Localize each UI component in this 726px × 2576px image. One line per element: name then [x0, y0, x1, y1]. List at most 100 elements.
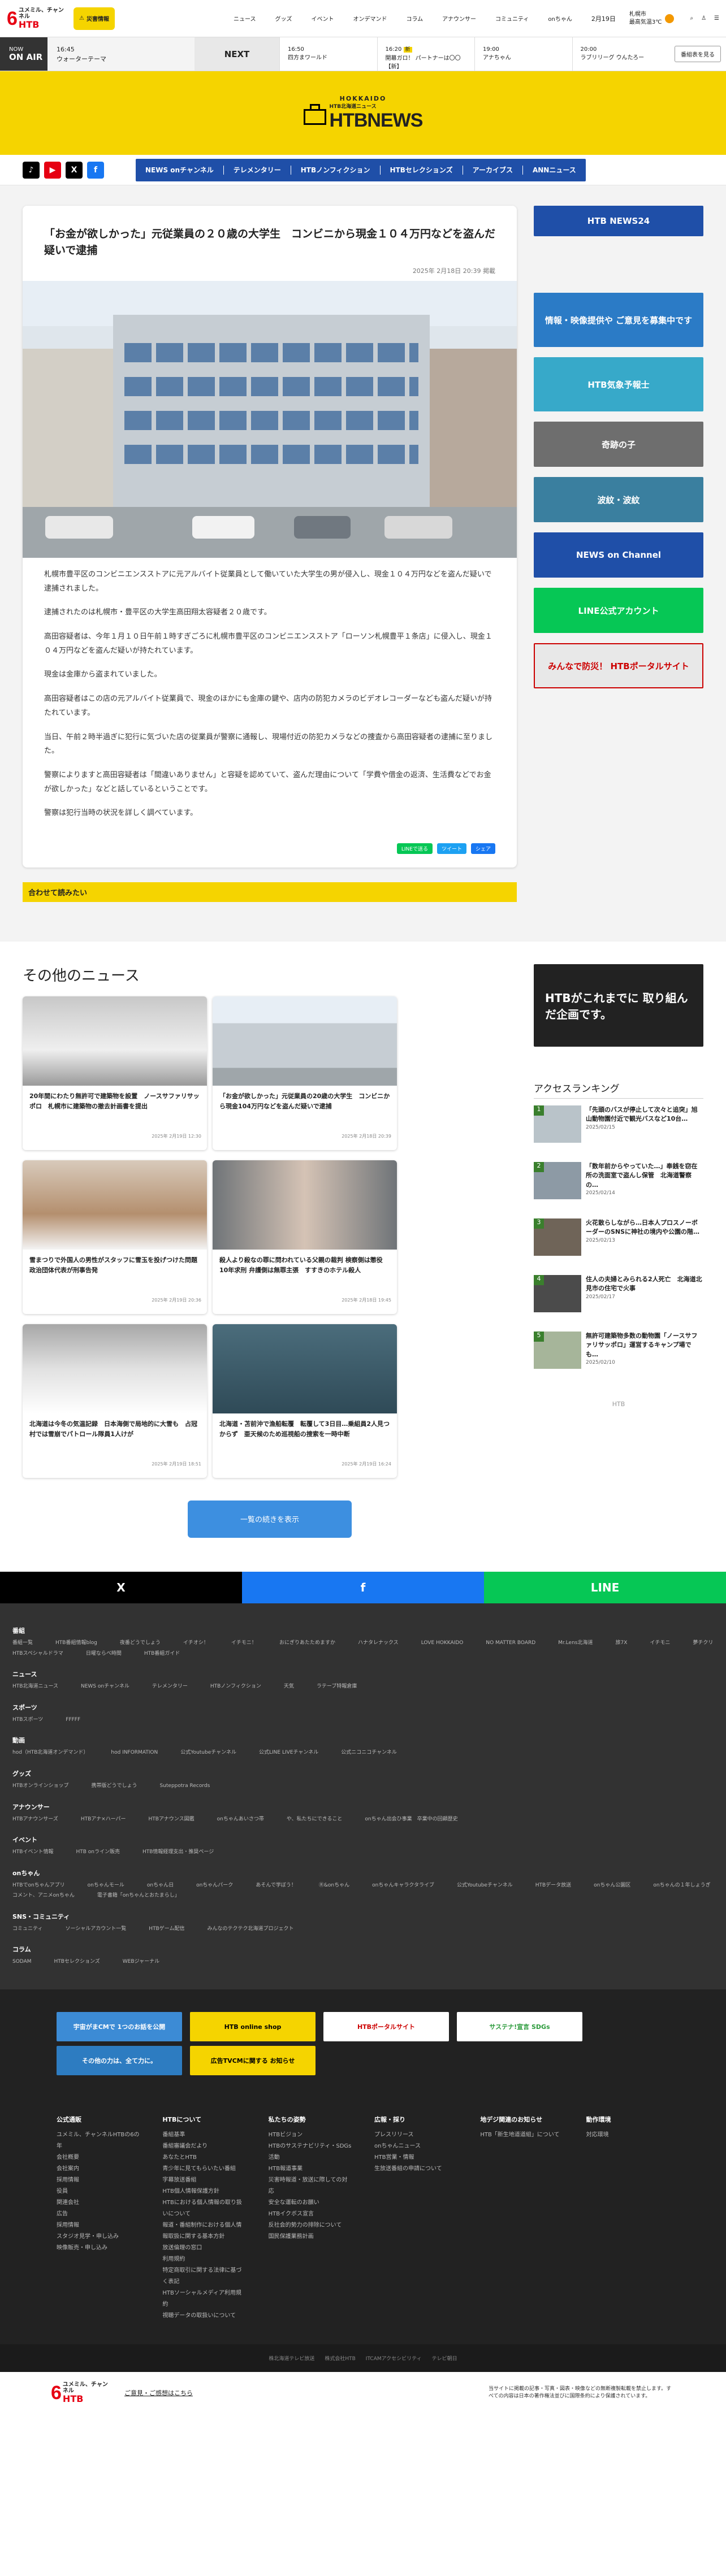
htb-projects-banner[interactable]: HTBがこれまでに 取り組んだ企画です。	[534, 964, 703, 1047]
footer-link[interactable]: 関連会社	[57, 2197, 140, 2209]
sitemap-link[interactable]: 日曜ならべ時間	[86, 1650, 122, 1658]
sitemap-category-title[interactable]: ニュース	[12, 1669, 714, 1679]
news-card[interactable]: 「お金が欲しかった」元従業員の20歳の大学生 コンビニから現金104万円などを盗…	[213, 996, 397, 1150]
facebook-share-button[interactable]: シェア	[470, 843, 495, 854]
footer-link[interactable]: あなたとHTB	[162, 2152, 245, 2163]
load-more-button[interactable]: 一覧の続きを表示	[188, 1500, 352, 1538]
sitemap-link[interactable]: 携帯版どうでしょう	[91, 1783, 137, 1790]
footer-link[interactable]: HTBソーシャルメディア利用規約	[162, 2288, 245, 2310]
sitemap-link[interactable]: onちゃん公園区	[594, 1882, 630, 1889]
ranking-item[interactable]: 2 「数年前からやっていた…」奉銭を窃在所の洗面室で盗んし保管 北海道警察の… 20…	[534, 1161, 703, 1208]
sitemap-link[interactable]: SODAM	[12, 1958, 32, 1966]
sitemap-link[interactable]: NEWS onチャンネル	[81, 1683, 129, 1690]
sitemap-category-title[interactable]: イベント	[12, 1835, 714, 1844]
sitemap-link[interactable]: onちゃん日	[147, 1882, 174, 1889]
program-slot[interactable]: 16:50 四方まワールド	[279, 37, 377, 71]
sitemap-link[interactable]: みんなのテクテク北海道プロジェクト	[207, 1926, 293, 1933]
footer-link[interactable]: 青少年に見てもらいたい番組	[162, 2163, 245, 2175]
sitemap-link[interactable]: HTB北海道ニュース	[12, 1683, 58, 1690]
sitemap-link[interactable]: Suteppotra Records	[159, 1783, 210, 1790]
footer-link[interactable]: HTB営業・情報	[374, 2152, 457, 2163]
footer-link[interactable]: 会社案内	[57, 2163, 140, 2175]
tweet-button[interactable]: ツイート	[437, 843, 466, 854]
program-slot[interactable]: 16:20 新開幕ガロ！ パートナーは〇〇 【新】	[377, 37, 475, 71]
footer-link[interactable]: 字幕放送番組	[162, 2175, 245, 2186]
sitemap-category-title[interactable]: 番組	[12, 1626, 714, 1635]
sitemap-link[interactable]: WEBジャーナル	[123, 1958, 159, 1966]
footer-banner[interactable]: HTBポータルサイト	[323, 2012, 449, 2042]
topnav-news[interactable]: ニュース	[234, 14, 256, 23]
topnav-announcer[interactable]: アナウンサー	[442, 14, 476, 23]
sitemap-link[interactable]: onちゃんキャラクタライブ	[372, 1882, 434, 1889]
sitemap-link[interactable]: HTBアナウンス図鑑	[149, 1816, 195, 1823]
facebook-icon[interactable]: f	[87, 161, 104, 179]
footer-link[interactable]: HTB個人情報保護方針	[162, 2186, 245, 2197]
tiktok-icon[interactable]: ♪	[23, 161, 40, 179]
footer-banner[interactable]: 広告TVCMに関する お知らせ	[190, 2046, 316, 2076]
footer-banner[interactable]: その他の力は、全て力に。	[57, 2046, 182, 2076]
sitemap-link[interactable]: onちゃんの１年しょうぎ	[653, 1882, 710, 1889]
sitemap-link[interactable]: 夜番どうでしょう	[120, 1640, 161, 1647]
nav-ann-news[interactable]: ANNニュース	[523, 166, 586, 175]
sitemap-link[interactable]: あそんで学ぼう！	[256, 1882, 296, 1889]
sitemap-category-title[interactable]: 動画	[12, 1736, 714, 1745]
sitemap-link[interactable]: コメント、アニメonちゃん	[12, 1892, 75, 1900]
nav-selections[interactable]: HTBセレクションズ	[381, 165, 463, 175]
footer-link[interactable]: 報道・番組制作における個人情報取扱に関する基本方針	[162, 2220, 245, 2243]
ranking-item[interactable]: 1 「先頭のバスが停止して次々と追突」旭山動物園付近で観光バスなど10台… 2025…	[534, 1105, 703, 1152]
sitemap-link[interactable]: hod（HTB北海道オンデマンド）	[12, 1749, 88, 1757]
ranking-item[interactable]: 5 無許可建築物多数の動物園「ノースサファリサッポロ」運営するキャンプ場でも… 20…	[534, 1331, 703, 1378]
news-card[interactable]: 北海道は今冬の気温記録 日本海側で局地的に大雪も 占冠村では雪崩でパトロール隊員…	[23, 1324, 207, 1478]
bousai-portal-banner[interactable]: みんなで防災！ HTBポータルサイト	[534, 643, 703, 688]
footer-logo[interactable]: 6 ユメミル、チャンネル HTB	[51, 2379, 113, 2406]
footer-link[interactable]: HTBビジョン	[269, 2130, 352, 2141]
search-icon[interactable]: ⌕	[690, 15, 693, 21]
footer-link[interactable]: 会社概要	[57, 2152, 140, 2163]
nav-telementary[interactable]: テレメンタリー	[224, 165, 291, 175]
sitemap-link[interactable]: HTBイベント情報	[12, 1849, 53, 1856]
sitemap-link[interactable]: イチモニ	[650, 1640, 670, 1647]
x-icon[interactable]: X	[66, 161, 83, 179]
footer-banner[interactable]: サステナ!宣言 SDGs	[457, 2012, 582, 2042]
sitemap-link[interactable]: Mr.Lens北海道	[558, 1640, 593, 1647]
nav-nonfiction[interactable]: HTBノンフィクション	[291, 165, 381, 175]
sitemap-link[interactable]: イチオシ！	[183, 1640, 209, 1647]
sitemap-link[interactable]: HTB情報経理支出・推奨ページ	[142, 1849, 214, 1856]
footer-link[interactable]: 採用情報	[57, 2220, 140, 2231]
footer-link[interactable]: HTBにおける個人情報の取り扱いについて	[162, 2197, 245, 2220]
program-slot[interactable]: 20:00 ラブリリーグ ウんたろー	[572, 37, 670, 71]
footer-link[interactable]: 国民保護業務計画	[269, 2231, 352, 2243]
x-share-icon[interactable]: X	[0, 1571, 242, 1603]
topnav-ondemand[interactable]: オンデマンド	[353, 14, 387, 23]
sitemap-category-title[interactable]: onちゃん	[12, 1868, 714, 1877]
sitemap-link[interactable]: HTBアナウンサーズ	[12, 1816, 58, 1823]
sitemap-link[interactable]: HTBデータ放送	[535, 1882, 571, 1889]
sitemap-link[interactable]: HTB onライン販売	[76, 1849, 120, 1856]
sitemap-link[interactable]: 旅7X	[615, 1640, 627, 1647]
footer-link[interactable]: 反社会的勢力の排除について	[269, 2220, 352, 2231]
footer-link[interactable]: 生放送番組の申請について	[374, 2163, 457, 2175]
weather-widget[interactable]: 札幌市 最高気温3℃	[629, 11, 675, 27]
weather-forecaster-banner[interactable]: HTB気象予報士	[534, 357, 703, 411]
sitemap-link[interactable]: ソーシャルアカウント一覧	[65, 1926, 126, 1933]
sitemap-link[interactable]: コミュニティ	[12, 1926, 42, 1933]
footer-banner[interactable]: 宇宙がまCMで 1つのお話を公開	[57, 2012, 182, 2042]
footer-link[interactable]: 視聴データの取扱いについて	[162, 2310, 245, 2322]
sitemap-category-title[interactable]: グッズ	[12, 1769, 714, 1778]
sitemap-link[interactable]: onちゃん出会ひ事業 卒業中の回顧歴史	[365, 1816, 457, 1823]
info-submit-banner[interactable]: 情報・映像提供や ご意見を募集中です	[534, 293, 703, 347]
footer-link[interactable]: プレスリリース	[374, 2130, 457, 2141]
sitemap-link[interactable]: hod INFORMATION	[111, 1749, 158, 1757]
news-card[interactable]: 北海道・苫前沖で漁船転覆 転覆して3日目…乗組員2人見つからず 亜天候のため巡視…	[213, 1324, 397, 1478]
news-card[interactable]: 20年間にわたり無許可で建築物を設置 ノースサファリサッポロ 札幌市に建築物の撤…	[23, 996, 207, 1150]
ranking-item[interactable]: 3 火花散らしながら…日本人プロスノーボーダーのSNSに神社の境内や公園の階… 20…	[534, 1218, 703, 1265]
sitemap-link[interactable]: ハナタレナックス	[358, 1640, 399, 1647]
sitemap-link[interactable]: HTBゲーム配信	[149, 1926, 184, 1933]
sitemap-link[interactable]: HTBノンフィクション	[210, 1683, 261, 1690]
sitemap-link[interactable]: HTBスペシャルドラマ	[12, 1650, 63, 1658]
disaster-info-button[interactable]: ⚠ 災害情報	[74, 7, 115, 30]
nav-archives[interactable]: アーカイブス	[463, 165, 523, 175]
sitemap-link[interactable]: おにぎりあたためますか	[279, 1640, 335, 1647]
footer-link[interactable]: 映像販売・申し込み	[57, 2243, 140, 2254]
sitemap-link[interactable]: HTB番組情報blog	[55, 1640, 97, 1647]
